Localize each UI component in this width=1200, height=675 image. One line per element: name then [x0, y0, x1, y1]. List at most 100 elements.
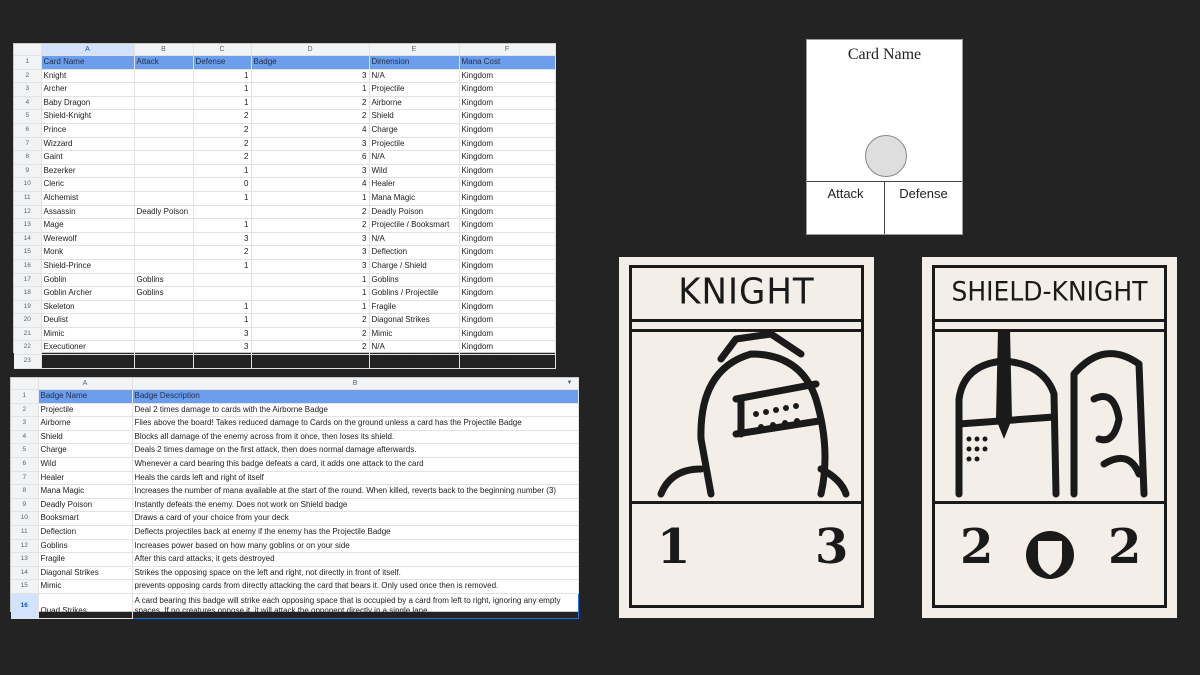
dimension-cell[interactable]: Kingdom [459, 82, 556, 97]
badge-description-cell[interactable]: Blocks all damage of the enemy across fr… [132, 430, 579, 445]
defense-cell[interactable] [193, 205, 252, 220]
badge-name-cell[interactable]: Quad Strikes [38, 593, 133, 619]
attack-cell[interactable] [134, 69, 194, 84]
defense-cell[interactable]: 1 [193, 96, 252, 111]
row-number[interactable]: 2 [11, 403, 39, 418]
card-name-cell[interactable]: Alchemist [41, 191, 135, 206]
card-name-cell[interactable]: Mimic [41, 327, 135, 342]
attack-cell[interactable] [134, 232, 194, 247]
row-number[interactable]: 13 [14, 218, 42, 233]
defense-cell[interactable]: 1 [193, 69, 252, 84]
defense-cell[interactable] [193, 286, 252, 301]
row-number[interactable]: 8 [14, 150, 42, 165]
badge-name-cell[interactable]: Shield [38, 430, 133, 445]
defense-cell[interactable]: 2 [193, 245, 252, 260]
badge-name-cell[interactable]: Wild [38, 457, 133, 472]
row-number[interactable]: 4 [11, 430, 39, 445]
badge-num-cell[interactable]: 2 [251, 218, 370, 233]
badge-description-cell[interactable]: After this card attacks, it gets destroy… [132, 552, 579, 567]
badge-cell[interactable]: Shield [369, 109, 460, 124]
defense-cell[interactable]: 3 [193, 232, 252, 247]
badge-num-cell[interactable]: 2 [251, 340, 370, 356]
dimension-cell[interactable]: Kingdom [459, 150, 556, 165]
attack-cell[interactable]: Goblins [134, 273, 194, 288]
row-number[interactable]: 18 [14, 286, 42, 301]
row-number[interactable]: 14 [14, 232, 42, 247]
badge-num-cell[interactable]: 3 [251, 245, 370, 260]
badge-description-cell[interactable]: Whenever a card bearing this badge defea… [132, 457, 579, 472]
row-number[interactable]: 10 [11, 511, 39, 526]
badge-cell[interactable]: Airborne [369, 96, 460, 111]
badge-description-cell[interactable]: Deal 2 times damage to cards with the Ai… [132, 403, 579, 418]
card-name-cell[interactable]: Bezerker [41, 164, 135, 179]
badge-name-cell[interactable]: Diagonal Strikes [38, 566, 133, 581]
defense-cell[interactable]: 1 [193, 164, 252, 179]
row-number[interactable]: 17 [14, 273, 42, 288]
card-name-cell[interactable]: Prince [41, 123, 135, 138]
badge-cell[interactable]: Fragile [369, 300, 460, 315]
header-cell[interactable]: Badge Name [38, 389, 133, 404]
row-number[interactable]: 6 [14, 123, 42, 138]
row-number[interactable]: 7 [14, 137, 42, 152]
row-number[interactable]: 5 [14, 109, 42, 124]
defense-cell[interactable]: 1 [193, 259, 252, 274]
badge-name-cell[interactable]: Booksmart [38, 511, 133, 526]
card-name-cell[interactable]: Skeleton [41, 300, 135, 315]
badge-description-cell[interactable]: Flies above the board! Takes reduced dam… [132, 416, 579, 431]
select-all-corner[interactable] [11, 378, 39, 390]
header-cell[interactable]: Attack [134, 55, 194, 70]
attack-cell[interactable] [134, 218, 194, 233]
row-number[interactable]: 20 [14, 313, 42, 328]
row-number[interactable]: 6 [11, 457, 39, 472]
row-number[interactable]: 3 [14, 82, 42, 97]
dimension-cell[interactable]: Kingdom [459, 109, 556, 124]
row-number[interactable]: 5 [11, 443, 39, 458]
card-name-cell[interactable]: Baby Dragon [41, 96, 135, 111]
card-name-cell[interactable]: King Dragon [41, 354, 135, 369]
header-cell[interactable]: Dimension [369, 55, 460, 70]
attack-cell[interactable] [134, 123, 194, 138]
badge-num-cell[interactable]: 2 [251, 96, 370, 111]
card-name-cell[interactable]: Werewolf [41, 232, 135, 247]
row-number[interactable]: 11 [14, 191, 42, 206]
row-number[interactable]: 7 [11, 471, 39, 486]
attack-cell[interactable] [134, 191, 194, 206]
defense-cell[interactable]: 1 [193, 191, 252, 206]
attack-cell[interactable] [134, 109, 194, 124]
badge-num-cell[interactable]: 1 [251, 286, 370, 301]
dimension-cell[interactable]: Kingdom [459, 340, 556, 356]
badge-cell[interactable]: Deadly Poison [369, 205, 460, 220]
attack-cell[interactable] [134, 137, 194, 152]
dimension-cell[interactable]: Kingdom [459, 218, 556, 233]
badge-name-cell[interactable]: Charge [38, 443, 133, 458]
badge-name-cell[interactable]: Deadly Poison [38, 498, 133, 513]
badge-cell[interactable]: N/A [369, 340, 460, 356]
attack-cell[interactable] [134, 150, 194, 165]
column-dropdown-icon[interactable]: ▼ [567, 378, 573, 389]
card-name-cell[interactable]: Shield-Prince [41, 259, 135, 274]
card-name-cell[interactable]: Goblin [41, 273, 135, 288]
badge-num-cell[interactable]: 4 [251, 177, 370, 192]
badge-name-cell[interactable]: Deflection [38, 525, 133, 540]
badge-description-cell[interactable]: Draws a card of your choice from your de… [132, 511, 579, 526]
defense-cell[interactable]: 1 [193, 82, 252, 97]
column-header[interactable]: D [251, 44, 370, 56]
header-cell[interactable]: Card Name [41, 55, 135, 70]
badge-description-cell[interactable]: A card bearing this badge will strike ea… [131, 592, 579, 619]
dimension-cell[interactable]: Kingdom [459, 232, 556, 247]
header-cell[interactable]: Badge Description [132, 389, 579, 404]
badge-description-cell[interactable]: Strikes the opposing space on the left a… [132, 566, 579, 581]
badge-name-cell[interactable]: Mana Magic [38, 484, 133, 499]
card-name-cell[interactable]: Archer [41, 82, 135, 97]
row-number[interactable]: 16 [14, 259, 42, 274]
defense-cell[interactable]: 1 [193, 218, 252, 233]
badge-cell[interactable]: Goblins / Projectile [369, 286, 460, 301]
badge-name-cell[interactable]: Mimic [38, 579, 133, 594]
row-number[interactable]: 9 [11, 498, 39, 513]
badge-num-cell[interactable]: 4 [251, 123, 370, 138]
card-name-cell[interactable]: Mage [41, 218, 135, 233]
row-number[interactable]: 22 [14, 340, 42, 356]
badge-cell[interactable]: Projectile [369, 82, 460, 97]
defense-cell[interactable]: 2 [193, 123, 252, 138]
dimension-cell[interactable]: Kingdom [459, 327, 556, 342]
